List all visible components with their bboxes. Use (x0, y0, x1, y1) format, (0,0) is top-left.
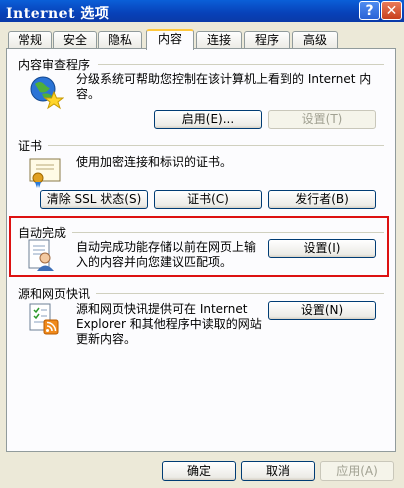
autocomplete-description: 自动完成功能存储以前在网页上输 入的内容并向您建议匹配项。 (76, 240, 264, 270)
window-title: Internet 选项 (6, 6, 110, 22)
section-divider (48, 145, 384, 146)
help-button[interactable]: ? (359, 1, 380, 20)
desc-line: 更新内容。 (76, 332, 137, 346)
certificates-button[interactable]: 证书(C) (154, 190, 262, 209)
cancel-button[interactable]: 取消 (241, 461, 315, 481)
desc-line: 入的内容并向您建议匹配项。 (76, 255, 233, 269)
certificate-icon (29, 158, 61, 188)
content-advisor-description: 分级系统可帮助您控制在该计算机上看到的 Internet 内 容。 (76, 72, 386, 102)
desc-line: 容。 (76, 87, 101, 101)
section-divider (98, 64, 384, 65)
tab-advanced[interactable]: 高级 (292, 31, 338, 48)
title-bar[interactable]: Internet 选项 ? ✕ (0, 0, 404, 22)
tab-content[interactable]: 内容 (146, 29, 194, 50)
section-divider (72, 232, 384, 233)
feeds-settings-button[interactable]: 设置(N) (268, 301, 376, 320)
tab-connections[interactable]: 连接 (196, 31, 242, 48)
tab-privacy[interactable]: 隐私 (98, 31, 142, 48)
content-advisor-settings-button[interactable]: 设置(T) (268, 110, 376, 129)
desc-line: 源和网页快讯提供可在 Internet (76, 302, 248, 316)
desc-line: Explorer 和其他程序中读取的网站 (76, 317, 262, 331)
enable-button[interactable]: 启用(E)... (154, 110, 262, 129)
autocomplete-icon (28, 239, 54, 271)
internet-options-dialog: Internet 选项 ? ✕ 常规 安全 隐私 内容 连接 程序 高级 内容审… (0, 0, 404, 488)
section-divider (96, 293, 384, 294)
clear-ssl-state-button[interactable]: 清除 SSL 状态(S) (40, 190, 148, 209)
tab-general[interactable]: 常规 (8, 31, 52, 48)
feeds-title: 源和网页快讯 (18, 287, 91, 301)
autocomplete-settings-button[interactable]: 设置(I) (268, 239, 376, 258)
publishers-button[interactable]: 发行者(B) (268, 190, 376, 209)
desc-line: 自动完成功能存储以前在网页上输 (76, 240, 257, 254)
ok-button[interactable]: 确定 (162, 461, 236, 481)
feeds-description: 源和网页快讯提供可在 Internet Explorer 和其他程序中读取的网站… (76, 302, 266, 347)
desc-line: 分级系统可帮助您控制在该计算机上看到的 Internet 内 (76, 72, 372, 86)
tab-security[interactable]: 安全 (53, 31, 97, 48)
certificates-title: 证书 (18, 139, 43, 153)
apply-button[interactable]: 应用(A) (320, 461, 394, 481)
tab-programs[interactable]: 程序 (244, 31, 290, 48)
feeds-icon (29, 303, 59, 335)
content-advisor-title: 内容审查程序 (18, 58, 91, 72)
content-advisor-icon (30, 76, 64, 110)
certificates-description: 使用加密连接和标识的证书。 (76, 155, 233, 169)
close-button[interactable]: ✕ (381, 1, 402, 20)
